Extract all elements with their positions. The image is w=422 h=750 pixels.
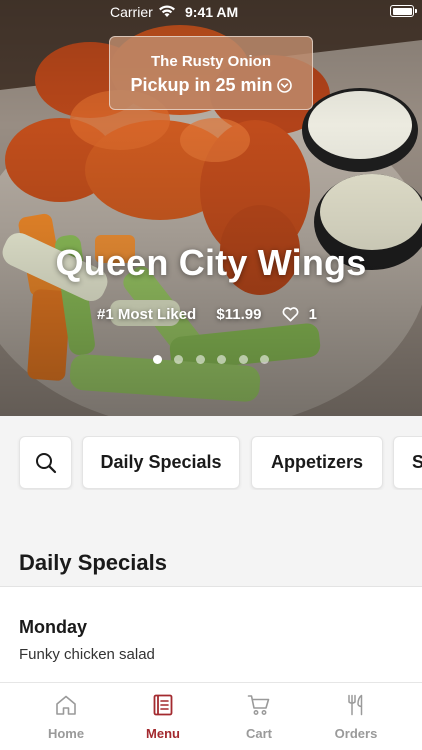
tab-menu-label: Menu bbox=[146, 726, 180, 741]
tab-bar: Home Menu Cart Orders bbox=[0, 682, 422, 750]
carousel-dot[interactable] bbox=[260, 355, 270, 364]
list-item-description: Funky chicken salad bbox=[19, 646, 155, 663]
battery-icon bbox=[390, 5, 417, 17]
list-item-title: Monday bbox=[19, 617, 88, 637]
search-button[interactable] bbox=[19, 436, 72, 489]
carousel-dot[interactable] bbox=[152, 355, 162, 364]
tab-orders-label: Orders bbox=[334, 726, 378, 741]
tab-cart[interactable]: Cart bbox=[211, 683, 307, 750]
clock: 9:41 AM bbox=[185, 4, 239, 20]
restaurant-name: The Rusty Onion bbox=[151, 53, 271, 70]
carousel-dot[interactable] bbox=[217, 355, 227, 364]
carousel-indicator[interactable] bbox=[0, 351, 422, 369]
tab-menu[interactable]: Menu bbox=[115, 683, 211, 750]
pickup-time-row: Pickup in 25 min bbox=[110, 75, 312, 96]
tab-home[interactable]: Home bbox=[18, 683, 114, 750]
like-count-value: 1 bbox=[308, 306, 317, 323]
chip-next-category[interactable]: S bbox=[393, 436, 422, 489]
heart-icon bbox=[282, 307, 299, 322]
carrier-label: Carrier bbox=[110, 4, 153, 20]
tab-cart-label: Cart bbox=[245, 726, 272, 741]
chip-daily-specials[interactable]: Daily Specials bbox=[82, 436, 240, 489]
status-bar: Carrier 9:41 AM bbox=[0, 0, 422, 24]
carousel-dot[interactable] bbox=[195, 355, 205, 364]
search-icon bbox=[35, 452, 56, 473]
section-title: Daily Specials bbox=[19, 550, 167, 575]
cart-icon bbox=[247, 695, 270, 715]
home-icon bbox=[56, 695, 76, 715]
featured-price: $11.99 bbox=[216, 306, 262, 323]
wifi-icon bbox=[158, 5, 176, 21]
chevron-down-circle-icon bbox=[276, 78, 292, 93]
featured-badge: #1 Most Liked bbox=[97, 306, 197, 323]
category-chips: Daily Specials Appetizers S bbox=[0, 436, 422, 490]
like-count[interactable]: 1 bbox=[282, 306, 325, 323]
orders-icon bbox=[348, 694, 363, 716]
tab-home-label: Home bbox=[47, 726, 85, 741]
list-item[interactable]: Monday Funky chicken salad bbox=[0, 587, 422, 682]
pickup-time: Pickup in 25 min bbox=[130, 75, 273, 95]
featured-item-meta: #1 Most Liked $11.99 1 bbox=[0, 306, 422, 323]
carousel-dot[interactable] bbox=[174, 355, 184, 364]
carousel-dot[interactable] bbox=[238, 355, 248, 364]
pickup-selector[interactable]: The Rusty Onion Pickup in 25 min bbox=[109, 36, 313, 110]
tab-orders[interactable]: Orders bbox=[308, 683, 404, 750]
menu-icon bbox=[153, 694, 173, 716]
featured-item-title: Queen City Wings bbox=[55, 242, 367, 283]
chip-appetizers[interactable]: Appetizers bbox=[251, 436, 383, 489]
hero-banner[interactable]: Carrier 9:41 AM The Rusty Onion Pickup i… bbox=[0, 0, 422, 416]
